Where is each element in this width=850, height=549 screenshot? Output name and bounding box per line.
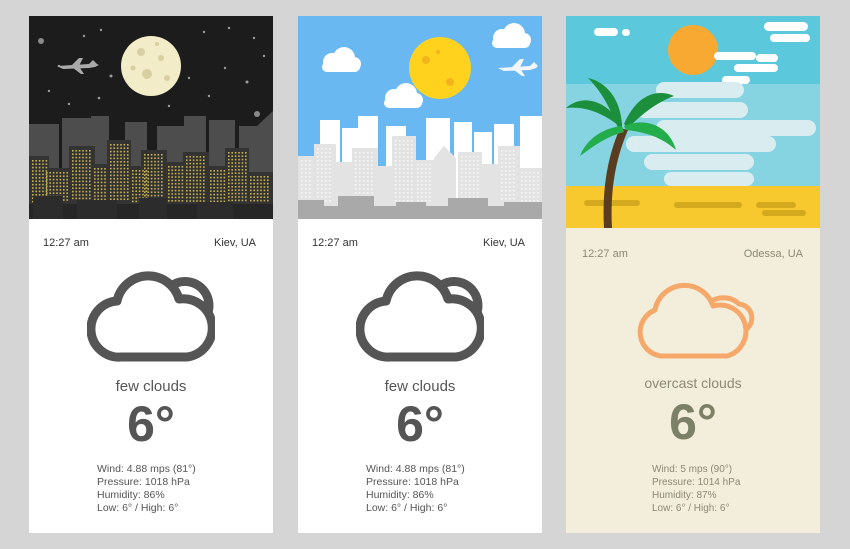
condition-text: few clouds (115, 378, 187, 395)
condition-text: few clouds (384, 378, 456, 395)
wind-text: Wind: 4.88 mps (81°) (366, 463, 465, 475)
weather-details: Wind: 4.88 mps (81°) Pressure: 1018 hPa … (366, 463, 465, 515)
beach-scene (566, 16, 820, 228)
location-label: Odessa, UA (743, 248, 803, 260)
night-city-scene (29, 16, 273, 219)
time-label: 12:27 am (43, 237, 89, 249)
low-high-text: Low: 6° / High: 6° (97, 502, 179, 514)
cloud-icon (86, 263, 217, 363)
weather-card-beach: 12:27 am Odessa, UA overcast clouds 6° W… (566, 16, 820, 533)
condition-text: overcast clouds (644, 375, 742, 391)
weather-details: Wind: 4.88 mps (81°) Pressure: 1018 hPa … (97, 463, 196, 515)
day-city-scene (298, 16, 542, 219)
wind-text: Wind: 4.88 mps (81°) (97, 463, 196, 475)
location-label: Kiev, UA (214, 237, 256, 249)
pressure-text: Pressure: 1018 hPa (97, 476, 190, 488)
temperature-value: 6° (127, 396, 175, 452)
location-label: Kiev, UA (483, 237, 525, 249)
cloud-icon (631, 276, 755, 362)
humidity-text: Humidity: 87% (652, 490, 717, 501)
humidity-text: Humidity: 86% (366, 489, 434, 501)
pressure-text: Pressure: 1014 hPa (652, 477, 741, 488)
weather-card-day: 12:27 am Kiev, UA few clouds 6° Wind: 4.… (298, 16, 542, 533)
low-high-text: Low: 6° / High: 6° (652, 503, 730, 514)
weather-details: Wind: 5 mps (90°) Pressure: 1014 hPa Hum… (652, 463, 740, 515)
time-label: 12:27 am (582, 248, 628, 260)
cloud-icon (355, 263, 486, 363)
temperature-value: 6° (396, 396, 444, 452)
humidity-text: Humidity: 86% (97, 489, 165, 501)
weather-card-night: 12:27 am Kiev, UA few clouds 6° Wind: 4.… (29, 16, 273, 533)
low-high-text: Low: 6° / High: 6° (366, 502, 448, 514)
time-label: 12:27 am (312, 237, 358, 249)
temperature-value: 6° (669, 394, 717, 450)
wind-text: Wind: 5 mps (90°) (652, 464, 733, 475)
pressure-text: Pressure: 1018 hPa (366, 476, 459, 488)
